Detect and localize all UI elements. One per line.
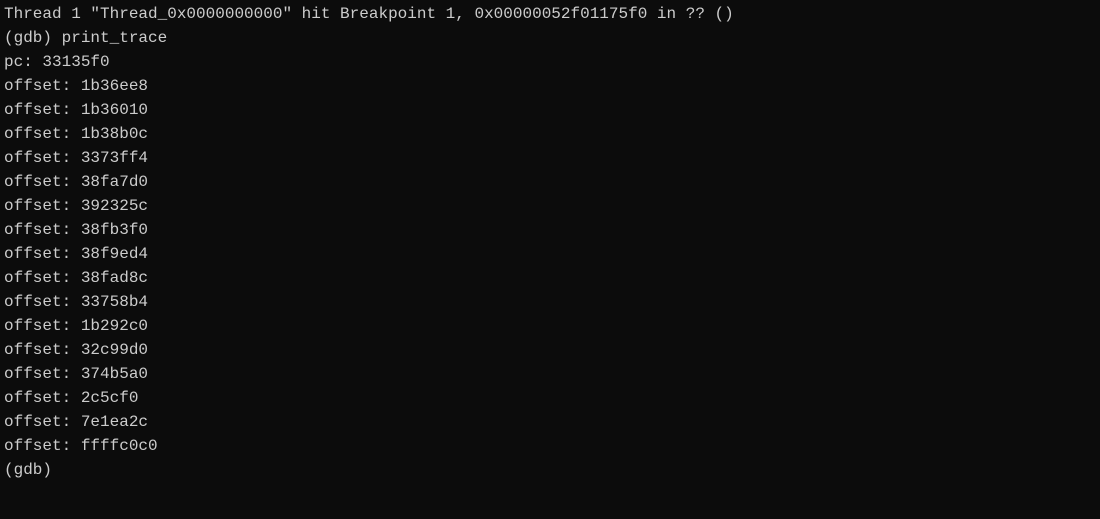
gdb-command-line: (gdb) print_trace [4, 26, 1096, 50]
offset-line: offset: 1b36ee8 [4, 74, 1096, 98]
offset-line: offset: 33758b4 [4, 290, 1096, 314]
offset-line: offset: 2c5cf0 [4, 386, 1096, 410]
pc-line: pc: 33135f0 [4, 50, 1096, 74]
offset-line: offset: 392325c [4, 194, 1096, 218]
offset-line: offset: 38f9ed4 [4, 242, 1096, 266]
offset-line: offset: 38fb3f0 [4, 218, 1096, 242]
offset-line: offset: ffffc0c0 [4, 434, 1096, 458]
offset-line: offset: 32c99d0 [4, 338, 1096, 362]
offset-line: offset: 1b36010 [4, 98, 1096, 122]
offset-line: offset: 7e1ea2c [4, 410, 1096, 434]
offset-line: offset: 374b5a0 [4, 362, 1096, 386]
gdb-prompt[interactable]: (gdb) [4, 458, 1096, 482]
offset-line: offset: 38fad8c [4, 266, 1096, 290]
breakpoint-hit-line: Thread 1 "Thread_0x0000000000" hit Break… [4, 2, 1096, 26]
offset-line: offset: 38fa7d0 [4, 170, 1096, 194]
offset-line: offset: 1b292c0 [4, 314, 1096, 338]
offset-line: offset: 1b38b0c [4, 122, 1096, 146]
offset-line: offset: 3373ff4 [4, 146, 1096, 170]
